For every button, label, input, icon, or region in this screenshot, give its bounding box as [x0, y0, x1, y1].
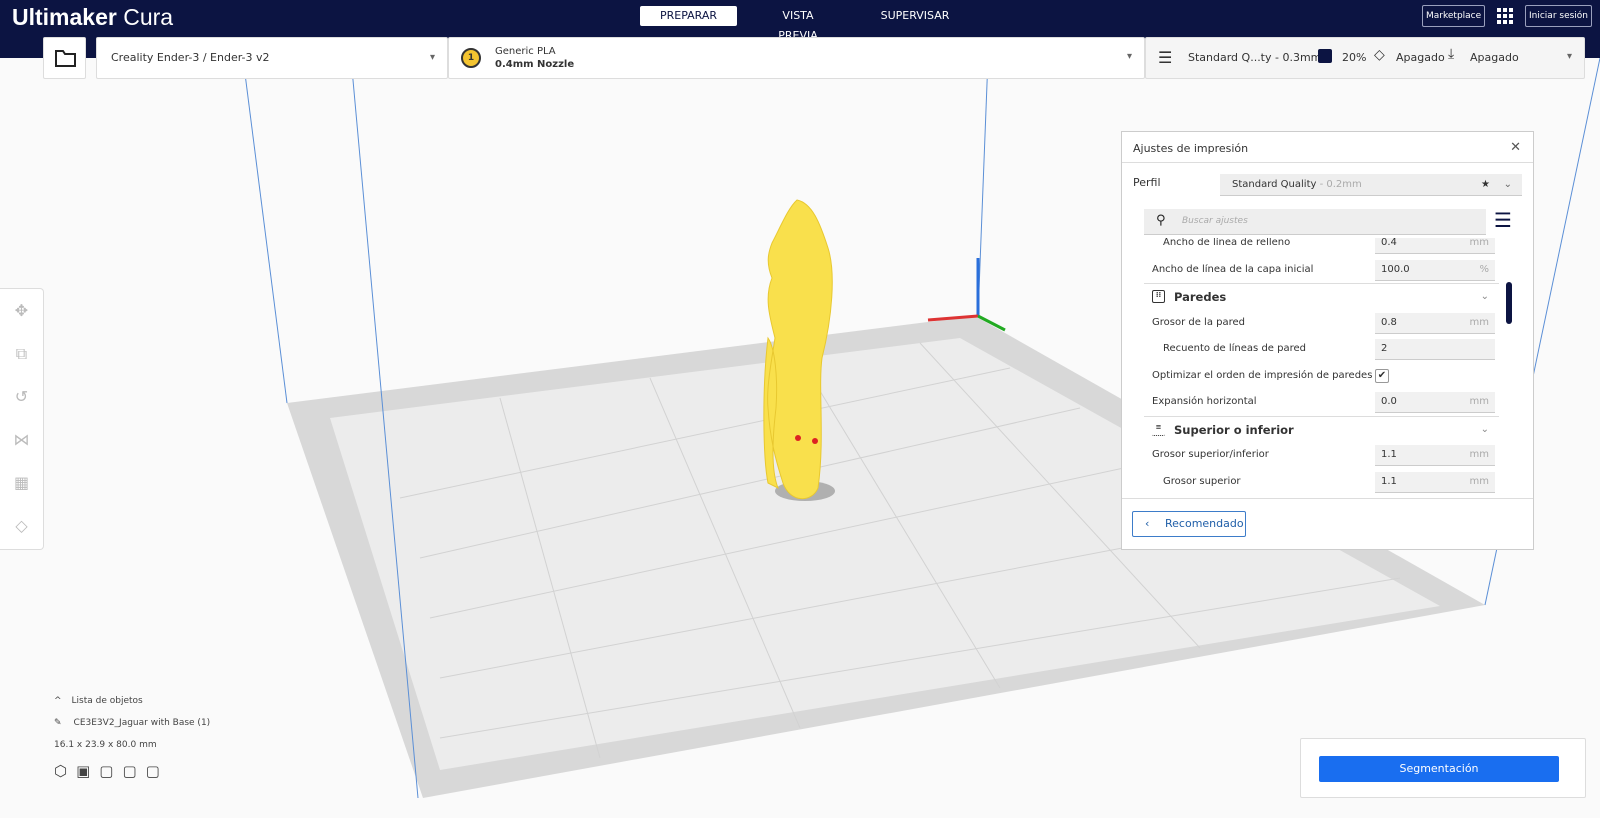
chevron-down-icon: ⌄ — [1480, 423, 1489, 435]
optimize-wall-order-checkbox[interactable]: ✔ — [1375, 368, 1389, 383]
profile-label: Perfil — [1133, 176, 1161, 189]
top-bottom-icon: ≡ — [1152, 423, 1165, 436]
tab-monitor[interactable]: SUPERVISAR — [860, 6, 970, 26]
setting-input[interactable]: 100.0% — [1375, 259, 1495, 281]
object-list: ^ Lista de objetos ✎ CE3E3V2_Jaguar with B… — [54, 696, 210, 780]
support-icon: ◇ — [1374, 47, 1385, 63]
tab-prepare[interactable]: PREPARAR — [640, 6, 737, 26]
print-settings-panel: Ajustes de impresión ✕ Perfil Standard Qu… — [1121, 131, 1534, 550]
setting-input[interactable]: 1.1 mm — [1375, 445, 1495, 466]
rotate-tool-icon[interactable]: ↺ — [0, 375, 43, 418]
search-icon: ⚲ — [1156, 213, 1166, 228]
view-right-icon[interactable]: ▢ — [146, 762, 169, 780]
chevron-down-icon: ▾ — [429, 52, 435, 63]
walls-icon: ⁞⁞ — [1152, 290, 1165, 303]
extruder-badge: 1 — [461, 48, 481, 68]
profile-dropdown[interactable]: Standard Quality - 0.2mm ★ ⌄ — [1220, 174, 1522, 196]
adhesion-icon: ⤓ — [1448, 46, 1455, 62]
view-3d-icon[interactable]: ⬡ — [54, 762, 76, 780]
setting-input[interactable]: 2 — [1375, 339, 1495, 360]
chevron-down-icon: ⌄ — [1480, 291, 1489, 302]
setting-input[interactable]: 0.0 mm — [1375, 392, 1495, 413]
pencil-icon: ✎ — [54, 718, 62, 728]
object-item[interactable]: ✎ CE3E3V2_Jaguar with Base (1) — [54, 718, 210, 728]
slice-button[interactable]: Segmentación — [1319, 756, 1559, 782]
view-left-icon[interactable]: ▢ — [122, 762, 145, 780]
infill-value: 20% — [1342, 51, 1367, 64]
sign-in-button[interactable]: Iniciar sesión — [1525, 5, 1593, 27]
setting-input[interactable]: 1.1 mm — [1375, 471, 1495, 493]
setting-row: Grosor superior/inferior 1.1 mm — [1144, 442, 1499, 469]
setting-row: Ancho de línea de relleno 0.4 mm — [1144, 238, 1499, 257]
per-model-settings-icon[interactable]: ▦ — [0, 461, 43, 504]
setting-row: Grosor superior 1.1 mm — [1144, 469, 1499, 496]
recommended-button[interactable]: ‹ Recomendado — [1132, 511, 1246, 537]
setting-row: Recuento de líneas de pared 2 — [1144, 336, 1499, 363]
category-walls[interactable]: ⁞⁞ Paredes ⌄ — [1144, 283, 1499, 310]
chevron-down-icon: ⌄ — [1503, 179, 1512, 190]
folder-icon — [55, 50, 76, 67]
close-icon[interactable]: ✕ — [1510, 140, 1521, 155]
open-file-button[interactable] — [43, 37, 86, 79]
setting-row: Optimizar el orden de impresión de pared… — [1144, 363, 1499, 390]
category-top-bottom[interactable]: ≡ Superior o inferior ⌄ — [1144, 415, 1499, 443]
setting-input[interactable]: 0.8 mm — [1375, 312, 1495, 334]
marketplace-button[interactable]: Marketplace — [1422, 5, 1486, 27]
support-value: Apagado — [1396, 51, 1445, 64]
apps-grid-icon[interactable] — [1497, 8, 1513, 24]
material-name: Generic PLA — [495, 46, 556, 57]
settings-menu-icon[interactable]: ☰ — [1494, 210, 1512, 230]
chevron-down-icon: ▾ — [1126, 51, 1132, 62]
settings-list: Ancho de línea de relleno 0.4 mm Ancho de … — [1144, 238, 1499, 498]
settings-search-input[interactable]: ⚲ Buscar ajustes — [1144, 209, 1486, 235]
print-settings-selector[interactable]: ☰ Standard Q...ty - 0.3mm 20% ◇ Apagado … — [1145, 37, 1585, 79]
setting-row: Ancho de línea de la capa inicial 100.0% — [1144, 257, 1499, 284]
action-panel: Segmentación — [1300, 738, 1586, 798]
star-icon[interactable]: ★ — [1481, 179, 1490, 190]
view-top-icon[interactable]: ▢ — [99, 762, 122, 780]
app-logo: Ultimaker Cura — [12, 4, 174, 30]
sliders-icon: ☰ — [1158, 48, 1173, 67]
tool-sidebar: ✥ ⧉ ↺ ⋈ ▦ ◇ — [0, 288, 44, 550]
nozzle-name: 0.4mm Nozzle — [495, 59, 575, 70]
setting-row: Expansión horizontal 0.0 mm — [1144, 389, 1499, 416]
view-front-icon[interactable]: ▣ — [76, 762, 99, 780]
panel-title: Ajustes de impresión — [1133, 142, 1249, 155]
settings-scrollbar[interactable] — [1506, 282, 1512, 324]
move-tool-icon[interactable]: ✥ — [0, 289, 43, 332]
chevron-up-icon: ^ — [54, 696, 62, 706]
material-selector[interactable]: 1 Generic PLA 0.4mm Nozzle ▾ — [448, 37, 1145, 79]
object-dimensions: 16.1 x 23.9 x 80.0 mm — [54, 740, 157, 750]
chevron-left-icon: ‹ — [1145, 517, 1150, 530]
infill-icon — [1318, 49, 1332, 63]
setting-row: Grosor de la pared 0.8 mm — [1144, 310, 1499, 337]
printer-selector[interactable]: Creality Ender-3 / Ender-3 v2 ▾ — [96, 37, 448, 79]
scale-tool-icon[interactable]: ⧉ — [0, 332, 43, 375]
mirror-tool-icon[interactable]: ⋈ — [0, 418, 43, 461]
chevron-down-icon: ▾ — [1566, 51, 1572, 62]
quality-label: Standard Q...ty - 0.3mm — [1188, 51, 1322, 64]
adhesion-value: Apagado — [1470, 51, 1519, 64]
tab-preview[interactable]: VISTA PREVIA — [743, 6, 853, 42]
object-list-toggle[interactable]: ^ Lista de objetos — [54, 696, 210, 706]
setting-input[interactable]: 0.4 mm — [1375, 238, 1495, 254]
support-blocker-icon[interactable]: ◇ — [0, 504, 43, 547]
